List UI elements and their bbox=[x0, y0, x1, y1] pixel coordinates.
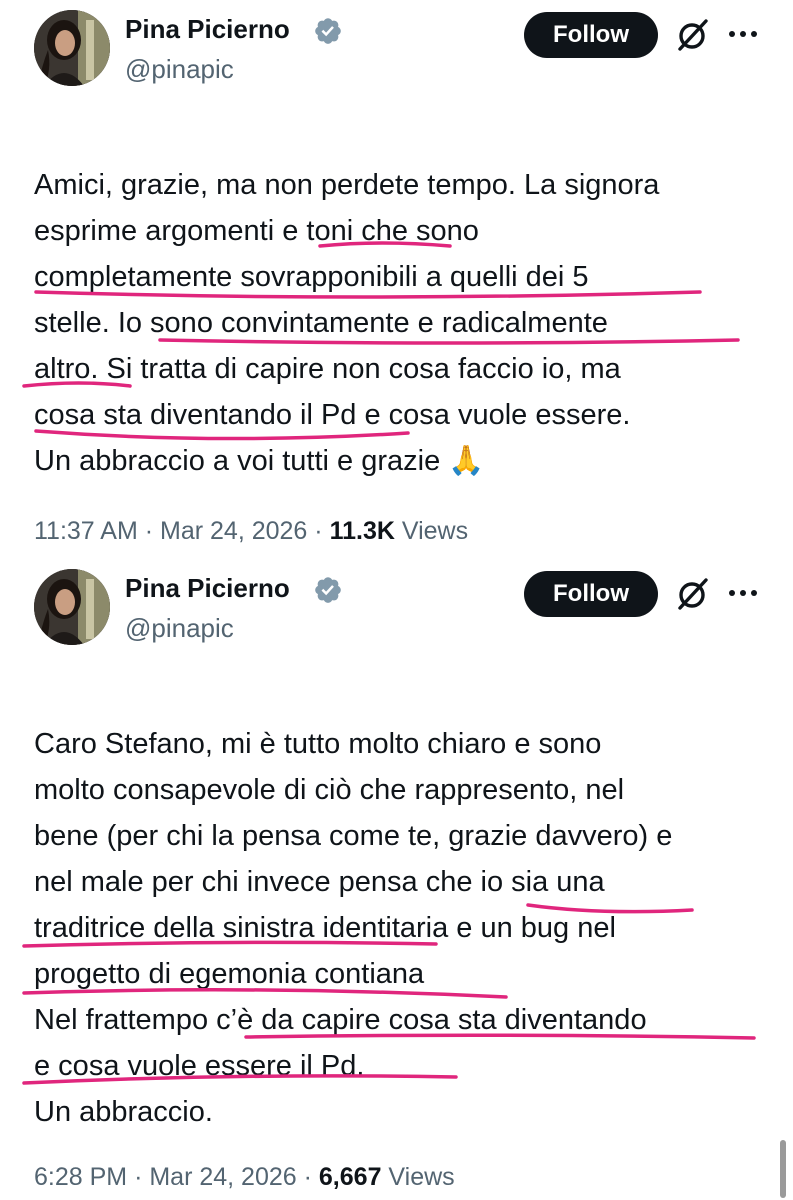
views-count[interactable]: 6,667 bbox=[319, 1163, 382, 1191]
tweet-text-line: Un abbraccio a voi tutti e grazie 🙏 bbox=[34, 445, 485, 477]
tweet-text: Caro Stefano, mi è tutto molto chiaro e … bbox=[34, 721, 774, 1135]
author-handle[interactable]: @pinapic bbox=[125, 613, 234, 644]
avatar-photo bbox=[34, 10, 110, 86]
views-label: Views bbox=[388, 1163, 455, 1191]
author-handle[interactable]: @pinapic bbox=[125, 54, 234, 85]
verified-badge-icon bbox=[315, 577, 341, 603]
avatar-photo bbox=[34, 569, 110, 645]
meta-separator: · bbox=[134, 1163, 143, 1191]
tweet-text-line: stelle. Io sono convintamente e radicalm… bbox=[34, 307, 608, 339]
tweet-text-line: Un abbraccio. bbox=[34, 1096, 213, 1128]
tweet-time[interactable]: 6:28 PM bbox=[34, 1163, 127, 1191]
tweet-text-line: bene (per chi la pensa come te, grazie d… bbox=[34, 820, 673, 852]
avatar[interactable] bbox=[34, 569, 110, 645]
tweet-text-line: Amici, grazie, ma non perdete tempo. La … bbox=[34, 169, 660, 201]
more-options-icon[interactable] bbox=[726, 17, 760, 51]
meta-separator: · bbox=[314, 517, 323, 545]
tweet-text-line: esprime argomenti e toni che sono bbox=[34, 215, 479, 247]
grok-icon[interactable] bbox=[674, 575, 712, 613]
tweet-text-line: traditrice della sinistra identitaria e … bbox=[34, 912, 616, 944]
tweet-meta: 11:37 AM · Mar 24, 2026 · 11.3K Views bbox=[34, 517, 468, 546]
tweet-text-line: Nel frattempo c’è da capire cosa sta div… bbox=[34, 1004, 647, 1036]
tweet-text: Amici, grazie, ma non perdete tempo. La … bbox=[34, 162, 774, 484]
tweet-text-line: e cosa vuole essere il Pd. bbox=[34, 1050, 365, 1082]
tweet-text-line: progetto di egemonia contiana bbox=[34, 958, 425, 990]
meta-separator: · bbox=[144, 517, 154, 545]
tweet-text-line: altro. Si tratta di capire non cosa facc… bbox=[34, 353, 621, 385]
grok-icon[interactable] bbox=[674, 16, 712, 54]
author-name[interactable]: Pina Picierno bbox=[125, 573, 290, 604]
follow-button[interactable]: Follow bbox=[524, 571, 658, 617]
verified-badge-icon bbox=[315, 18, 341, 44]
tweet-text-line: cosa sta diventando il Pd e cosa vuole e… bbox=[34, 399, 631, 431]
tweet-text-line: completamente sovrapponibili a quelli de… bbox=[34, 261, 589, 293]
tweet-time[interactable]: 11:37 AM bbox=[34, 517, 138, 545]
tweet-text-line: nel male per chi invece pensa che io sia… bbox=[34, 866, 605, 898]
author-name[interactable]: Pina Picierno bbox=[125, 14, 290, 45]
views-label: Views bbox=[401, 517, 469, 545]
scrollbar[interactable] bbox=[780, 1140, 786, 1198]
tweet-date[interactable]: Mar 24, 2026 bbox=[160, 517, 307, 545]
avatar[interactable] bbox=[34, 10, 110, 86]
tweet-2: Pina Picierno @pinapic Follow Caro Stefa… bbox=[0, 560, 793, 1200]
views-count[interactable]: 11.3K bbox=[330, 517, 395, 545]
follow-button[interactable]: Follow bbox=[524, 12, 658, 58]
tweet-text-line: Caro Stefano, mi è tutto molto chiaro e … bbox=[34, 728, 602, 760]
tweet-text-line: molto consapevole di ciò che rappresento… bbox=[34, 774, 625, 806]
tweet-1: Pina Picierno @pinapic Follow Amici, gra… bbox=[0, 0, 793, 560]
tweet-meta: 6:28 PM · Mar 24, 2026 · 6,667 Views bbox=[34, 1163, 455, 1192]
meta-separator: · bbox=[303, 1163, 312, 1191]
more-options-icon[interactable] bbox=[726, 576, 760, 610]
tweet-date[interactable]: Mar 24, 2026 bbox=[149, 1163, 296, 1191]
